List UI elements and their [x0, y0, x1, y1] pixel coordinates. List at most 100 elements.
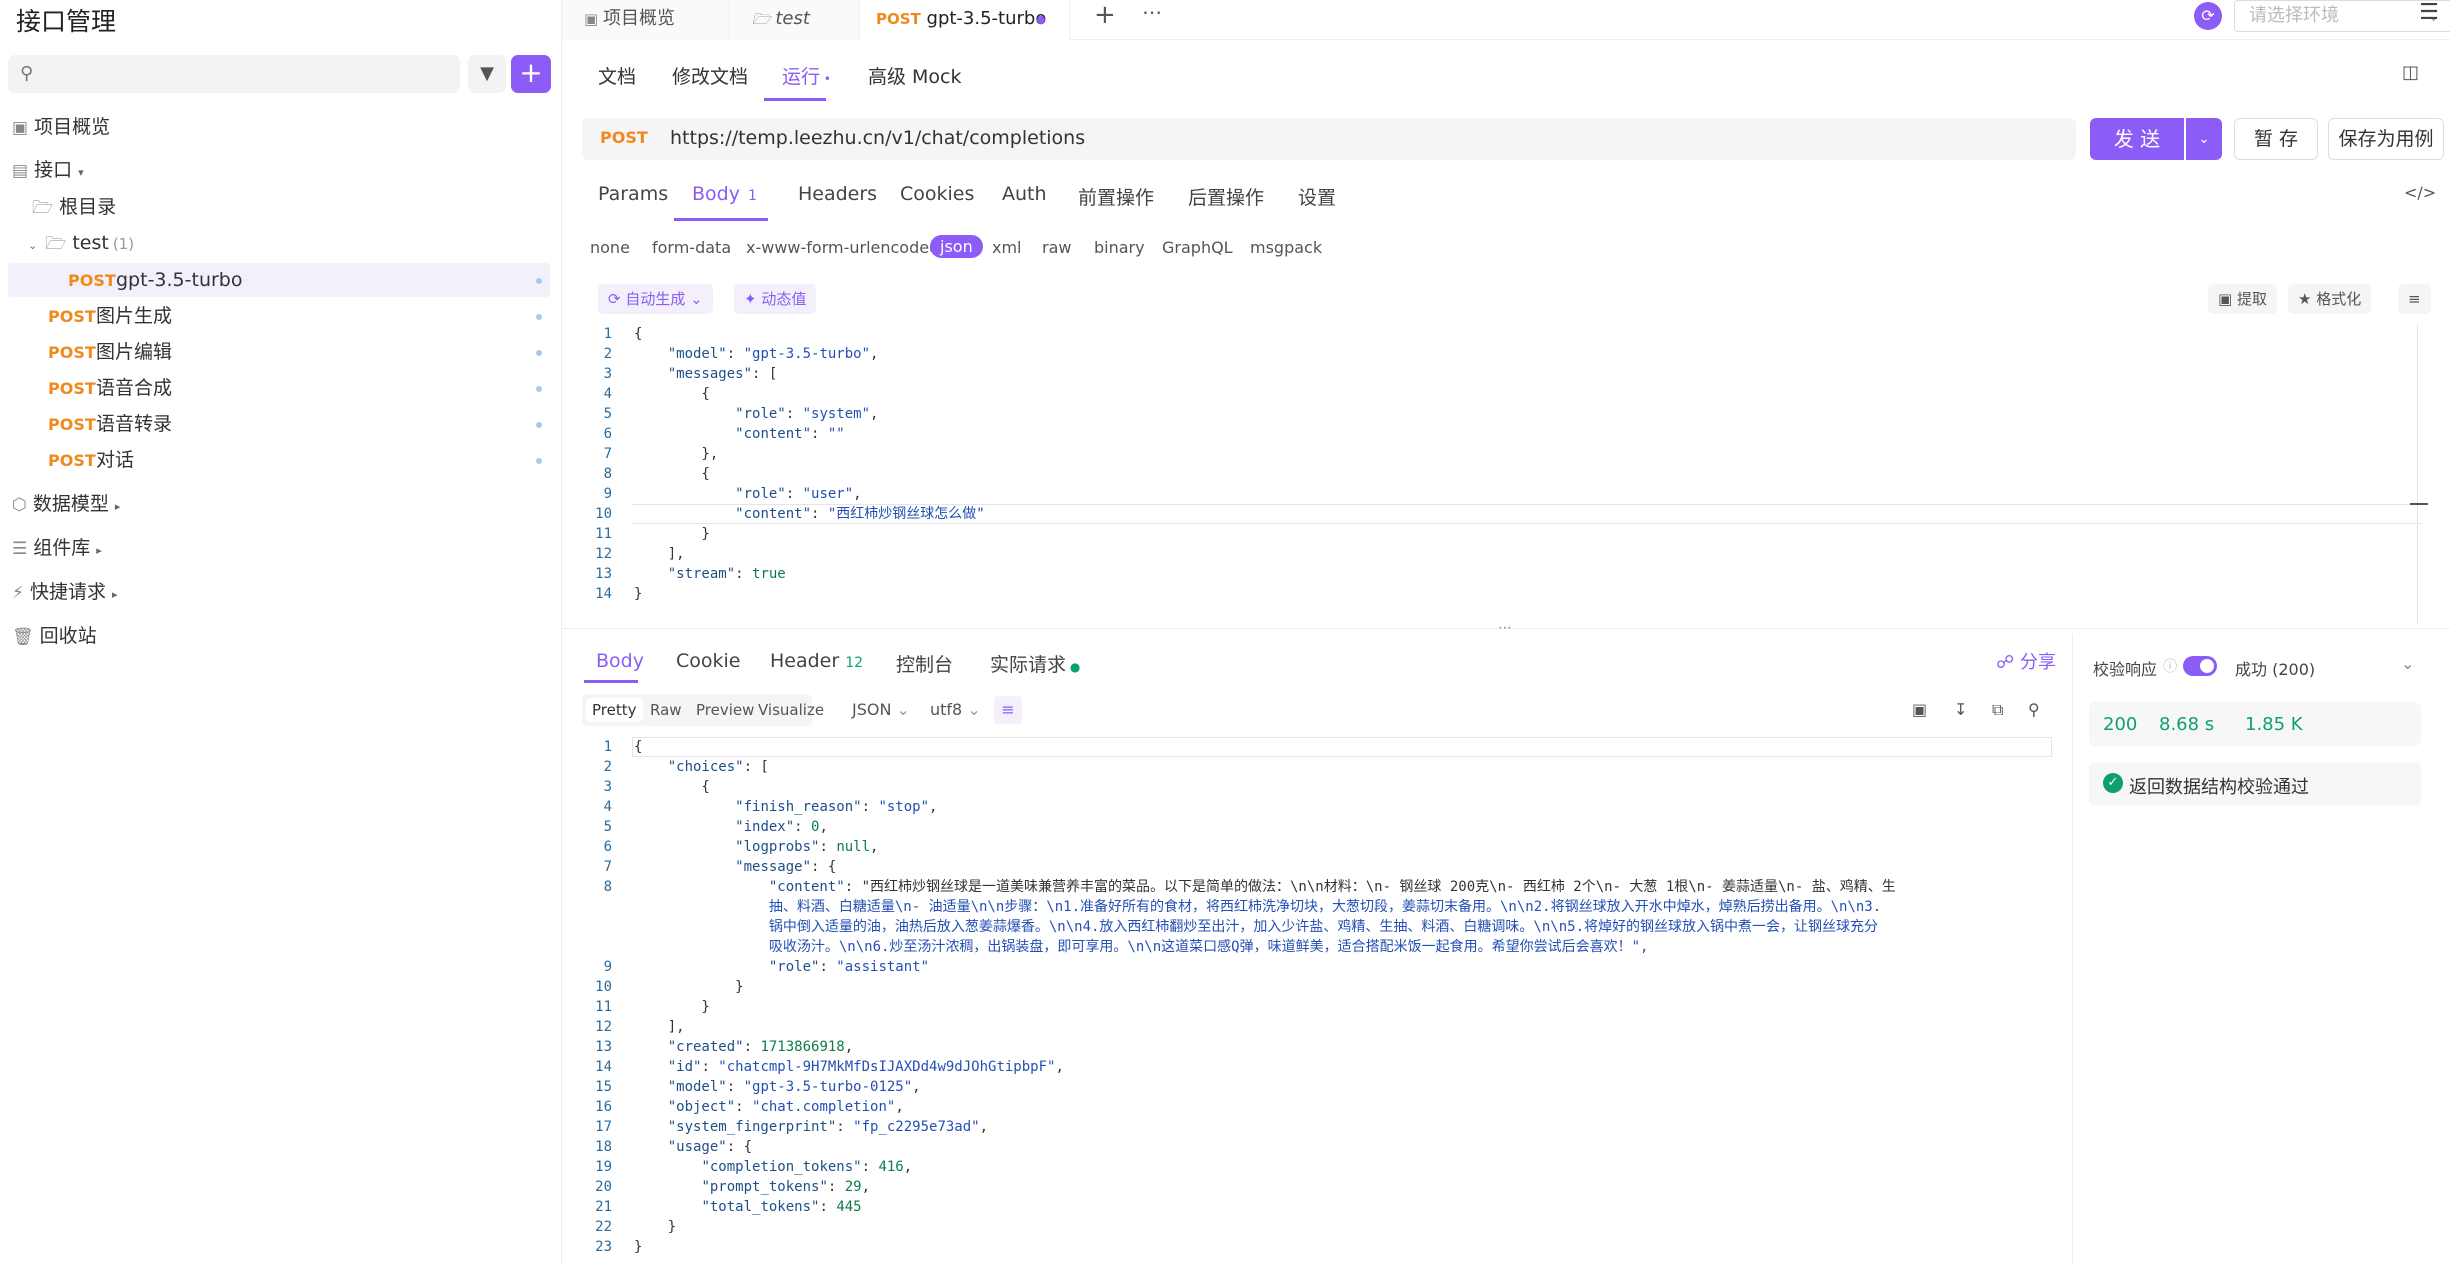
sidebar-item-data-models[interactable]: ⬡ 数据模型 ▸	[12, 487, 120, 521]
tab-test[interactable]: 🗁 test	[730, 0, 860, 40]
tab-headers[interactable]: Headers	[798, 183, 877, 205]
help-icon[interactable]: ⓘ	[2163, 656, 2177, 676]
url-bar[interactable]: POST https://temp.leezhu.cn/v1/chat/comp…	[582, 118, 2076, 160]
tab-settings[interactable]: 设置	[1298, 183, 1336, 210]
sidebar-item-components[interactable]: ☰ 组件库 ▸	[12, 531, 102, 565]
button-label: 提取	[2236, 290, 2267, 308]
api-item[interactable]: POST图片生成	[8, 299, 550, 333]
body-type-raw[interactable]: raw	[1042, 238, 1071, 257]
tab-post[interactable]: 后置操作	[1188, 183, 1264, 210]
subtab-doc[interactable]: 文档	[598, 62, 636, 89]
body-type-graphql[interactable]: GraphQL	[1162, 238, 1233, 257]
new-tab-button[interactable]: +	[1094, 0, 1116, 30]
sidebar-item-quick-requests[interactable]: ⚡ 快捷请求 ▸	[12, 575, 117, 609]
encoding-select[interactable]: utf8 ⌄	[930, 700, 981, 719]
body-type-msgpack[interactable]: msgpack	[1250, 238, 1322, 257]
wrap-icon[interactable]: ≡	[2398, 284, 2431, 314]
menu-icon[interactable]: ☰	[2414, 0, 2444, 30]
format-button[interactable]: ★ 格式化	[2288, 284, 2372, 314]
scroll-thumb[interactable]	[2410, 503, 2428, 505]
cube-icon: ⬡	[12, 495, 27, 515]
api-item[interactable]: POST图片编辑	[8, 335, 550, 369]
sidebar-item-overview[interactable]: ▣ 项目概览	[12, 110, 110, 144]
format-select[interactable]: JSON ⌄	[852, 700, 910, 719]
api-name: 图片生成	[96, 305, 173, 327]
more-icon[interactable]: ⋯	[1142, 0, 1162, 24]
dynamic-value-button[interactable]: ✦ 动态值	[734, 284, 817, 314]
subtab-edit[interactable]: 修改文档	[672, 62, 748, 89]
subtab-mock[interactable]: 高级 Mock	[868, 62, 962, 89]
sidebar-item-recycle[interactable]: 🗑 回收站	[12, 619, 97, 653]
save-case-button[interactable]: 保存为用例	[2328, 118, 2444, 160]
method-label: POST	[600, 128, 648, 147]
save-button[interactable]: 暂 存	[2234, 118, 2318, 160]
filter-button[interactable]: ▼	[468, 55, 506, 93]
url-input[interactable]: https://temp.leezhu.cn/v1/chat/completio…	[670, 127, 1085, 149]
editor-scrollbar[interactable]	[2417, 324, 2418, 624]
tab-auth[interactable]: Auth	[1002, 183, 1047, 205]
send-button[interactable]: 发 送	[2090, 118, 2184, 160]
tab-params[interactable]: Params	[598, 183, 668, 205]
tab-body[interactable]: Body 1	[692, 183, 757, 205]
resp-tab-header[interactable]: Header 12	[770, 650, 863, 672]
body-type-json[interactable]: json	[930, 235, 983, 258]
wrap-toggle-icon[interactable]: ≡	[994, 696, 1022, 724]
resp-tab-body[interactable]: Body	[596, 650, 644, 672]
auto-gen-button[interactable]: ⟳ 自动生成 ⌄	[598, 284, 713, 314]
body-type-xml[interactable]: xml	[992, 238, 1022, 257]
resp-tab-actual[interactable]: 实际请求 ●	[990, 650, 1080, 677]
share-button[interactable]: ☍ 分享	[1996, 648, 2056, 674]
chevron-down-icon[interactable]: ⌄	[2401, 654, 2414, 673]
sidebar-item-root[interactable]: 🗁 根目录	[32, 190, 116, 224]
add-button[interactable]: +	[511, 55, 551, 93]
subtab-run[interactable]: 运行 •	[782, 62, 831, 89]
response-body-viewer[interactable]: 1 2 3 4 5 6 7 8 9 10 11 12 13 14 15 16 1…	[582, 737, 2062, 1257]
body-type-urlencoded[interactable]: x-www-form-urlencoded	[746, 238, 939, 257]
code-icon[interactable]: </>	[2404, 183, 2436, 202]
tab-overview[interactable]: ▣ 项目概览	[562, 0, 730, 40]
download-icon[interactable]: ↧	[1954, 700, 1967, 719]
caret-down-icon: ▾	[78, 166, 84, 179]
body-type-none[interactable]: none	[590, 238, 630, 257]
validation-toggle[interactable]	[2183, 656, 2217, 676]
view-visualize[interactable]: Visualize	[752, 698, 830, 722]
body-type-binary[interactable]: binary	[1094, 238, 1145, 257]
api-item[interactable]: POST对话	[8, 443, 550, 477]
sync-icon[interactable]: ⟳	[2194, 2, 2222, 30]
resp-tab-console[interactable]: 控制台	[896, 650, 953, 677]
search-icon[interactable]: ⚲	[2028, 700, 2040, 719]
sidebar-item-folder-test[interactable]: ⌄ 🗁 test (1)	[28, 226, 134, 260]
tab-pre[interactable]: 前置操作	[1078, 183, 1154, 210]
api-item[interactable]: POSTgpt-3.5-turbo	[8, 263, 550, 297]
search-input[interactable]: ⚲	[8, 55, 460, 93]
validation-status-select[interactable]: 成功 (200)	[2235, 656, 2315, 680]
tab-label: 项目概览	[602, 8, 675, 29]
tab-cookies[interactable]: Cookies	[900, 183, 974, 205]
api-item[interactable]: POST语音合成	[8, 371, 550, 405]
tab-gpt[interactable]: POST gpt-3.5-turbo	[860, 0, 1070, 40]
send-dropdown[interactable]: ⌄	[2186, 118, 2222, 160]
api-item[interactable]: POST语音转录	[8, 407, 550, 441]
collapse-icon[interactable]: ▣	[1912, 700, 1927, 719]
extract-button[interactable]: ▣ 提取	[2208, 284, 2277, 314]
validation-panel: 校验响应 ⓘ 成功 (200) ⌄ 200 8.68 s 1.85 K ✓ 返回…	[2072, 634, 2450, 1265]
request-body-editor[interactable]: 1 2 3 4 5 6 7 8 9 10 11 12 13 14 { "mode…	[582, 324, 2422, 624]
env-placeholder: 请选择环境	[2249, 5, 2339, 26]
method-label: POST	[876, 10, 921, 28]
overview-icon: ▣	[584, 10, 603, 28]
caret-right-icon: ▸	[111, 588, 118, 601]
method-label: POST	[48, 343, 96, 362]
copy-icon[interactable]: ⧉	[1992, 700, 2003, 720]
status-dot	[536, 422, 542, 428]
body-type-form-data[interactable]: form-data	[652, 238, 731, 257]
sidebar-item-interfaces[interactable]: ▤ 接口 ▾	[12, 153, 84, 187]
layout-icon[interactable]: ◫	[2402, 62, 2419, 83]
resp-tab-cookie[interactable]: Cookie	[676, 650, 741, 672]
view-preview[interactable]: Preview	[690, 698, 760, 722]
status-dot	[536, 350, 542, 356]
view-raw[interactable]: Raw	[644, 698, 688, 722]
view-pretty[interactable]: Pretty	[586, 698, 643, 722]
drag-handle-icon[interactable]: ⋯	[1498, 620, 1512, 636]
count-badge: 12	[845, 655, 864, 671]
top-tab-bar: ▣ 项目概览 🗁 test POST gpt-3.5-turbo + ⋯ ⟳ 请…	[562, 0, 2450, 40]
